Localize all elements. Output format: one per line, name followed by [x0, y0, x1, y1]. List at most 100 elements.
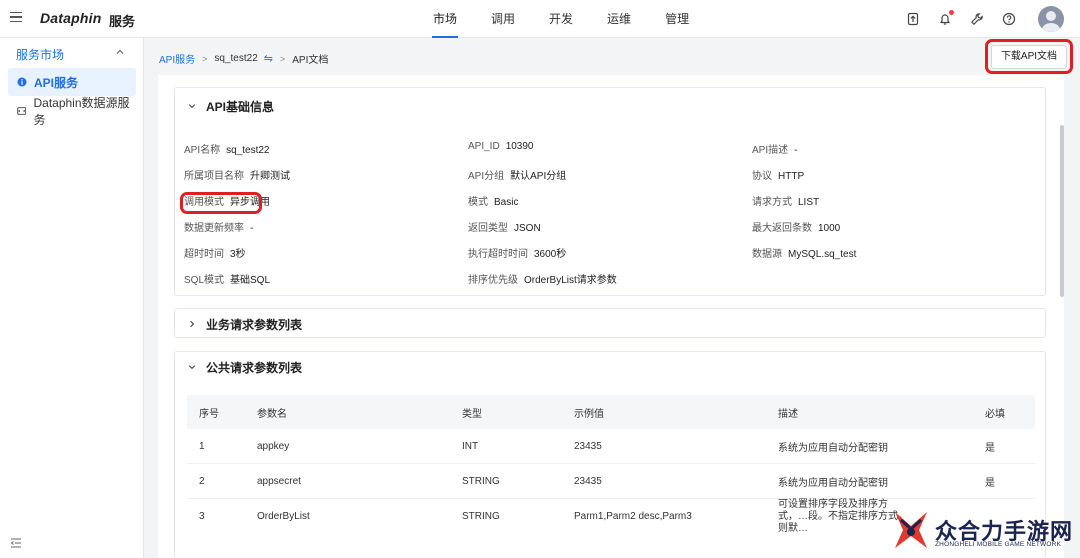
info-update-frequency: 数据更新频率 -	[184, 223, 254, 234]
cell-index: 1	[199, 440, 205, 452]
dataphin-logo[interactable]: Dataphin	[40, 10, 102, 26]
sidebar-item-datasource-service[interactable]: Dataphin数据源服务	[8, 96, 136, 127]
info-api-desc: API描述 -	[752, 145, 798, 156]
cell-param-name: appsecret	[257, 475, 301, 487]
info-row: 数据更新频率 - 返回类型 JSON 最大返回条数 1000	[175, 219, 1047, 235]
info-exec-timeout: 执行超时时间 3600秒	[468, 249, 567, 260]
top-icons	[906, 0, 1064, 38]
product-name: 服务	[109, 14, 136, 29]
bell-icon[interactable]	[938, 10, 954, 26]
nav-market[interactable]: 市场	[424, 0, 466, 38]
breadcrumb-api-service[interactable]: API服务	[159, 51, 195, 66]
cell-required: 是	[985, 442, 995, 454]
cell-example: 23435	[574, 475, 602, 487]
wrench-icon[interactable]	[970, 12, 984, 26]
breadcrumb-separator: >	[202, 53, 208, 64]
watermark-logo-icon	[895, 512, 927, 548]
chevron-down-icon	[188, 104, 196, 109]
info-row: 调用模式 异步调用 模式 Basic 请求方式 LIST	[175, 193, 1047, 209]
sidebar-title[interactable]: 服务市场	[16, 46, 64, 63]
cell-type: STRING	[462, 511, 500, 522]
watermark-subtitle: ZHONGHELI MOBILE GAME NETWORK	[935, 541, 1062, 548]
nav-ops[interactable]: 运维	[598, 0, 640, 38]
cell-example: Parm1,Parm2 desc,Parm3	[574, 511, 692, 522]
table-row: 1 appkey INT 23435 系统为应用自动分配密钥 是	[187, 429, 1035, 464]
cell-type: INT	[462, 440, 479, 452]
breadcrumb-api-name: sq_test22	[214, 53, 258, 64]
chevron-up-icon[interactable]	[115, 47, 125, 57]
cell-description: 系统为应用自动分配密钥	[778, 477, 888, 489]
nav-invoke[interactable]: 调用	[482, 0, 524, 38]
sidebar-item-api-service[interactable]: API服务	[8, 68, 136, 96]
info-row: SQL模式 基础SQL 排序优先级 OrderByList请求参数	[175, 271, 1047, 287]
info-row: 所属项目名称 升卿测试 API分组 默认API分组 协议 HTTP	[175, 167, 1047, 183]
info-return-type: 返回类型 JSON	[468, 223, 541, 234]
hamburger-menu-icon[interactable]	[10, 12, 22, 22]
business-params-title: 业务请求参数列表	[206, 317, 303, 332]
cell-index: 2	[199, 475, 205, 487]
public-params-header[interactable]: 公共请求参数列表	[175, 352, 1045, 382]
nav-develop[interactable]: 开发	[540, 0, 582, 38]
cell-description: 系统为应用自动分配密钥	[778, 442, 888, 454]
info-api-id: API_ID 10390	[468, 141, 534, 152]
info-project: 所属项目名称 升卿测试	[184, 171, 290, 182]
col-param-name: 参数名	[257, 408, 287, 420]
col-required: 必填	[985, 408, 1005, 420]
swap-icon[interactable]: ⇋	[264, 52, 273, 65]
vertical-scrollbar[interactable]	[1060, 125, 1064, 297]
collapse-sidebar-icon[interactable]	[10, 538, 22, 548]
table-row: 2 appsecret STRING 23435 系统为应用自动分配密钥 是	[187, 464, 1035, 499]
public-params-title: 公共请求参数列表	[206, 360, 303, 375]
info-sort-priority: 排序优先级 OrderByList请求参数	[468, 275, 617, 286]
main-content: API服务 > sq_test22 ⇋ > API文档 下载API文档 API基…	[144, 38, 1080, 558]
info-api-group: API分组 默认API分组	[468, 171, 567, 182]
breadcrumb-separator: >	[279, 53, 286, 64]
basic-info-header[interactable]: API基础信息	[175, 88, 1045, 124]
business-params-card: 业务请求参数列表	[174, 308, 1046, 338]
cell-type: STRING	[462, 475, 500, 487]
avatar[interactable]	[1038, 6, 1064, 32]
info-request-method: 请求方式 LIST	[752, 197, 820, 208]
col-type: 类型	[462, 408, 482, 420]
info-row: 超时时间 3秒 执行超时时间 3600秒 数据源 MySQL.sq_test	[175, 245, 1047, 261]
annotation-highlight-invoke-mode	[180, 192, 262, 214]
table-header: 序号 参数名 类型 示例值 描述 必填	[187, 395, 1035, 429]
chevron-down-icon	[188, 365, 196, 370]
cell-index: 3	[199, 511, 205, 522]
cell-example: 23435	[574, 440, 602, 452]
info-timeout: 超时时间 3秒	[184, 249, 246, 260]
info-protocol: 协议 HTTP	[752, 171, 805, 182]
col-example: 示例值	[574, 408, 604, 420]
basic-info-title: API基础信息	[206, 99, 275, 114]
datasource-icon	[17, 107, 27, 115]
site-watermark: 众合力手游网 ZHONGHELI MOBILE GAME NETWORK	[885, 503, 1080, 558]
nav-manage[interactable]: 管理	[656, 0, 698, 38]
main-nav: 市场 调用 开发 运维 管理	[424, 0, 714, 38]
col-description: 描述	[778, 408, 798, 420]
notification-dot	[949, 10, 954, 15]
breadcrumb-page: API文档	[292, 55, 329, 66]
business-params-header[interactable]: 业务请求参数列表	[175, 309, 1045, 339]
sidebar-item-label: API服务	[34, 75, 79, 90]
info-mode: 模式 Basic	[468, 197, 519, 208]
sidebar-item-label: Dataphin数据源服务	[33, 96, 130, 127]
col-index: 序号	[199, 408, 219, 420]
info-circle-icon	[17, 77, 27, 87]
sidebar: 服务市场 API服务 Dataphin数据源服务	[0, 38, 144, 558]
cell-required: 是	[985, 477, 995, 489]
cell-param-name: OrderByList	[257, 511, 310, 522]
doc-panel: API基础信息 API名称 sq_test22 API_ID 10390 API描述…	[158, 75, 1064, 558]
info-datasource: 数据源 MySQL.sq_test	[752, 249, 857, 260]
annotation-highlight-download	[985, 39, 1073, 74]
cell-param-name: appkey	[257, 440, 290, 452]
info-max-rows: 最大返回条数 1000	[752, 223, 841, 234]
help-icon[interactable]	[1002, 12, 1016, 26]
info-api-name: API名称 sq_test22	[184, 145, 270, 156]
basic-info-card: API基础信息 API名称 sq_test22 API_ID 10390 API描述…	[174, 87, 1046, 296]
top-bar: Dataphin 服务 市场 调用 开发 运维 管理	[0, 0, 1080, 38]
export-icon[interactable]	[906, 12, 920, 26]
info-sql-mode: SQL模式 基础SQL	[184, 275, 271, 286]
chevron-right-icon	[190, 320, 195, 328]
breadcrumb: API服务 > sq_test22 ⇋ > API文档	[159, 51, 328, 66]
info-row: API名称 sq_test22 API_ID 10390 API描述 -	[175, 141, 1047, 157]
